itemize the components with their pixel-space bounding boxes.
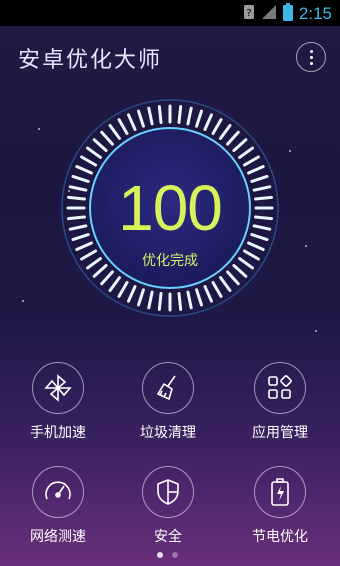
overflow-menu-button[interactable]	[296, 42, 326, 72]
gauge-tick	[242, 249, 260, 261]
star-decoration	[305, 245, 307, 247]
tile-label: 垃圾清理	[140, 425, 196, 441]
tile-phone-boost[interactable]: 手机加速	[4, 362, 114, 462]
gauge-tick	[211, 280, 223, 298]
gauge-tick	[177, 292, 183, 311]
gauge-tick	[247, 165, 265, 175]
svg-text:?: ?	[246, 8, 251, 19]
star-decoration	[289, 150, 291, 152]
gauge-tick	[226, 270, 240, 286]
tile-label: 网络测速	[30, 529, 86, 545]
gauge-tick	[108, 276, 121, 293]
gauge-tick	[247, 241, 265, 251]
shield-icon	[142, 466, 194, 518]
gauge-tick	[85, 257, 102, 270]
gauge-tick	[226, 130, 240, 146]
battery-charge-icon	[254, 466, 306, 518]
gauge-tick	[71, 233, 90, 242]
gauge-tick	[68, 224, 88, 231]
gauge-tick	[186, 290, 193, 310]
gauge-tick	[157, 292, 163, 311]
menu-dot-icon	[310, 50, 313, 53]
page-indicator	[157, 552, 178, 558]
tile-label: 手机加速	[30, 425, 86, 441]
tile-label: 应用管理	[252, 425, 308, 441]
gauge-tick	[136, 288, 145, 307]
status-bar: ? 2:15	[0, 0, 340, 26]
gauge-tick	[80, 155, 98, 167]
gauge-tick	[238, 257, 255, 270]
gauge-tick	[250, 233, 269, 242]
gauge-tick	[250, 174, 269, 183]
menu-dot-icon	[310, 56, 313, 59]
gauge-tick	[136, 109, 145, 128]
gauge-tick	[92, 138, 108, 152]
score-status: 优化完成	[142, 253, 198, 269]
gauge-tick	[219, 276, 232, 293]
gauge-tick	[186, 106, 193, 126]
status-time: 2:15	[298, 4, 332, 23]
menu-dot-icon	[310, 62, 313, 65]
gauge-tick	[85, 146, 102, 159]
tile-junk-clean[interactable]: 垃圾清理	[114, 362, 224, 462]
star-decoration	[38, 128, 40, 130]
gauge-tick	[108, 123, 121, 140]
unknown-sim-icon: ?	[243, 4, 255, 24]
tile-network-speed[interactable]: 网络测速	[4, 466, 114, 566]
tile-security[interactable]: 安全	[114, 466, 224, 566]
tile-label: 安全	[154, 529, 182, 545]
gauge-tick	[67, 215, 86, 221]
battery-icon	[282, 3, 293, 25]
score-value: 100	[118, 172, 223, 244]
pinwheel-icon	[32, 362, 84, 414]
speedometer-icon	[32, 466, 84, 518]
tile-power-saving[interactable]: 节电优化	[226, 466, 336, 566]
page-dot-active	[157, 552, 163, 558]
gauge-tick	[177, 105, 183, 124]
gauge-tick	[71, 174, 90, 183]
gauge-tick	[252, 224, 272, 231]
gauge-tick	[157, 105, 163, 124]
gauge-tick	[127, 285, 137, 303]
gauge-tick	[195, 109, 204, 128]
tile-label: 节电优化	[252, 529, 308, 545]
gauge-tick	[147, 106, 154, 126]
app-title: 安卓优化大师	[18, 48, 163, 73]
gauge-tick	[75, 241, 93, 251]
gauge-tick	[238, 146, 255, 159]
gauge-tick	[75, 165, 93, 175]
apps-grid-icon	[254, 362, 306, 414]
signal-icon	[261, 4, 277, 24]
gauge-tick	[254, 195, 273, 201]
gauge-tick	[211, 118, 223, 136]
gauge-tick	[100, 270, 114, 286]
gauge-tick	[117, 280, 129, 298]
gauge-tick	[117, 118, 129, 136]
gauge-tick	[68, 185, 88, 192]
gauge-tick	[219, 123, 232, 140]
star-decoration	[22, 300, 24, 302]
gauge-tick	[100, 130, 114, 146]
gauge-tick	[242, 155, 260, 167]
gauge-tick	[203, 285, 213, 303]
page-dot	[172, 552, 178, 558]
gauge-tick	[252, 185, 272, 192]
gauge-tick	[203, 113, 213, 131]
gauge-tick	[232, 138, 248, 152]
gauge-tick	[254, 215, 273, 221]
tile-app-manager[interactable]: 应用管理	[226, 362, 336, 462]
star-decoration	[315, 330, 317, 332]
gauge-tick	[67, 195, 86, 201]
gauge-tick	[147, 290, 154, 310]
broom-icon	[142, 362, 194, 414]
gauge-tick	[80, 249, 98, 261]
gauge-tick	[127, 113, 137, 131]
gauge-tick	[195, 288, 204, 307]
